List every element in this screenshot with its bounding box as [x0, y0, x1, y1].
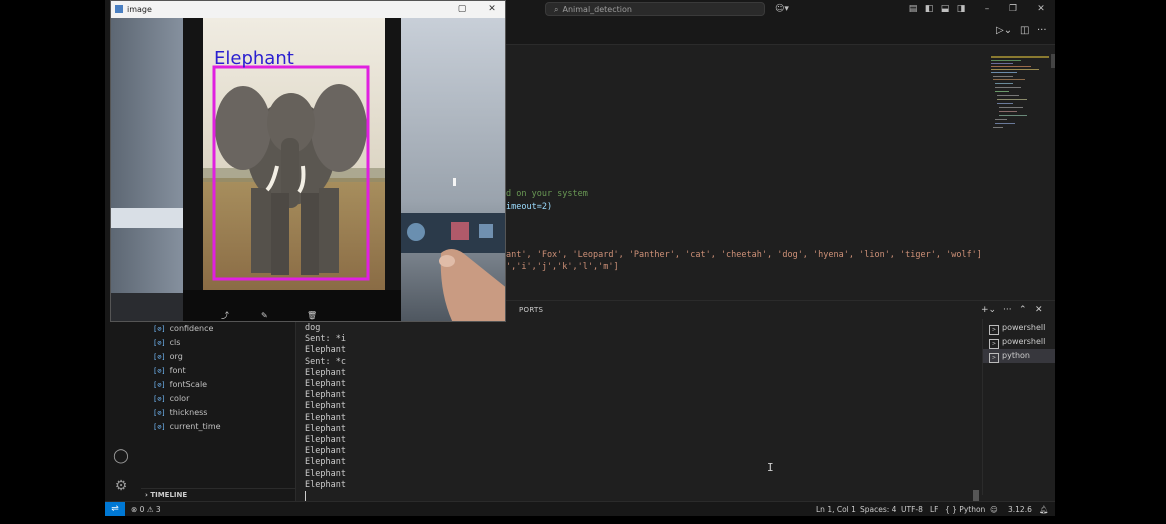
variable-symbol-icon: [⊘] [153, 423, 166, 431]
terminal-line: Elephant [305, 401, 346, 412]
terminal-line: Sent: *c [305, 356, 346, 367]
terminal-list: > powershell > powershell > python [982, 319, 1055, 495]
close-window-icon[interactable]: ✕ [483, 1, 501, 18]
detection-label: Elephant [214, 48, 294, 69]
new-terminal-icon[interactable]: +⌄ [981, 305, 996, 315]
camera-frame-image: ⤴ ✎ 🗑︎ [111, 18, 505, 321]
terminal-item-python[interactable]: > python [983, 349, 1055, 363]
outline-item-thickness[interactable]: [⊘] thickness [153, 406, 207, 420]
run-python-file-icon[interactable]: ▷⌄ [996, 25, 1012, 37]
svg-text:✎: ✎ [261, 311, 268, 320]
notifications-bell-icon[interactable]: 🔔︎ [1039, 502, 1049, 516]
copilot-icon[interactable]: ☺▾ [773, 3, 791, 15]
terminal-output[interactable]: dog Sent: *i Elephant Sent: *c Elephant … [305, 323, 346, 504]
terminal-line: Elephant [305, 345, 346, 356]
terminal-item-powershell-2[interactable]: > powershell [983, 335, 1055, 349]
variable-symbol-icon: [⊘] [153, 395, 166, 403]
toggle-panel-icon[interactable]: ⬓ [939, 3, 951, 15]
terminal-line: Elephant [305, 468, 346, 479]
copilot-status-icon[interactable]: ☺ [990, 502, 998, 516]
panel-more-icon[interactable]: ··· [1003, 305, 1012, 315]
terminal-item-powershell-1[interactable]: > powershell [983, 321, 1055, 335]
minimize-icon[interactable]: – [981, 3, 993, 15]
layout-customize-icon[interactable]: ▤ [907, 3, 919, 15]
python-version[interactable]: 3.12.6 [1008, 502, 1032, 516]
camera-frame: ⤴ ✎ 🗑︎ Elephant [111, 18, 505, 321]
terminal-line: Elephant [305, 479, 346, 490]
outline-item-confidence[interactable]: [⊘] confidence [153, 322, 213, 336]
split-editor-icon[interactable]: ◫ [1020, 25, 1029, 37]
terminal-line: Elephant [305, 457, 346, 468]
problems-indicator[interactable]: ⊗ 0 ⚠ 3 [131, 502, 161, 516]
minimap[interactable] [989, 54, 1051, 144]
terminal-icon: > [989, 325, 999, 335]
close-panel-icon[interactable]: ✕ [1035, 305, 1043, 315]
mouse-ibeam-icon: I [767, 461, 774, 474]
terminal-line: dog [305, 323, 321, 333]
terminal-icon: > [989, 353, 999, 363]
outline-item-color[interactable]: [⊘] color [153, 392, 189, 406]
app-icon [115, 5, 123, 13]
search-text: Animal_detection [562, 5, 632, 14]
remote-indicator-icon[interactable]: ⇌ [105, 502, 125, 516]
variable-symbol-icon: [⊘] [153, 339, 166, 347]
status-bar: ⇌ ⊗ 0 ⚠ 3 Ln 1, Col 1 Spaces: 4 UTF-8 LF… [105, 501, 1055, 516]
indentation[interactable]: Spaces: 4 [860, 502, 896, 516]
image-window-titlebar[interactable]: image ▢ ✕ [111, 1, 505, 18]
command-center-search[interactable]: ⌕ Animal_detection [545, 2, 765, 16]
svg-text:⤴: ⤴ [221, 310, 229, 320]
close-icon[interactable]: ✕ [1035, 3, 1047, 15]
toggle-sidebar-icon[interactable]: ◧ [923, 3, 935, 15]
terminal-line: Elephant [305, 446, 346, 457]
code-line-class-names[interactable]: ant', 'Fox', 'Leopard', 'Panther', 'cat'… [506, 249, 982, 261]
search-icon: ⌕ [554, 5, 559, 14]
terminal-icon: > [989, 339, 999, 349]
outline-item-current-time[interactable]: [⊘] current_time [153, 420, 221, 434]
terminal-line: Elephant [305, 412, 346, 423]
encoding[interactable]: UTF-8 [901, 502, 923, 516]
terminal-line: Elephant [305, 390, 346, 401]
terminal-line: Elephant [305, 423, 346, 434]
restore-icon[interactable]: ❐ [1007, 3, 1019, 15]
terminal-line: Elephant [305, 367, 346, 378]
terminal-line: Elephant [305, 379, 346, 390]
manage-gear-icon[interactable]: ⚙ [111, 476, 131, 496]
terminal-line: Elephant [305, 435, 346, 446]
tab-ports[interactable]: PORTS [519, 306, 543, 314]
end-of-line[interactable]: LF [930, 502, 939, 516]
variable-symbol-icon: [⊘] [153, 353, 166, 361]
outline-item-fontscale[interactable]: [⊘] fontScale [153, 378, 207, 392]
terminal-cursor [305, 491, 306, 502]
code-line-comment[interactable]: d on your system [506, 188, 588, 200]
variable-symbol-icon: [⊘] [153, 381, 166, 389]
variable-symbol-icon: [⊘] [153, 409, 166, 417]
toggle-secondary-sidebar-icon[interactable]: ◨ [955, 3, 967, 15]
variable-symbol-icon: [⊘] [153, 325, 166, 333]
outline-item-cls[interactable]: [⊘] cls [153, 336, 180, 350]
image-window-title: image [127, 5, 152, 14]
timeline-section-header[interactable]: › TIMELINE [141, 488, 295, 501]
more-actions-icon[interactable]: ··· [1037, 25, 1047, 37]
outline-item-font[interactable]: [⊘] font [153, 364, 186, 378]
accounts-icon[interactable]: ◯ [111, 446, 131, 466]
terminal-line: Sent: *i [305, 334, 346, 345]
opencv-image-window[interactable]: image ▢ ✕ ⤴ ✎ 🗑︎ Elephant [110, 0, 506, 322]
chevron-right-icon: › [145, 491, 148, 499]
svg-text:🗑︎: 🗑︎ [307, 311, 317, 320]
maximize-panel-icon[interactable]: ⌃ [1019, 305, 1027, 315]
language-mode[interactable]: { } Python [945, 502, 985, 516]
code-line-timeout[interactable]: imeout=2) [506, 201, 552, 213]
outline-item-org[interactable]: [⊘] org [153, 350, 183, 364]
variable-symbol-icon: [⊘] [153, 367, 166, 375]
cursor-position[interactable]: Ln 1, Col 1 [816, 502, 856, 516]
maximize-icon[interactable]: ▢ [453, 1, 471, 18]
code-line-keys[interactable]: ','i','j','k','l','m'] [506, 261, 619, 273]
editor-scrollbar[interactable] [1051, 54, 1055, 68]
